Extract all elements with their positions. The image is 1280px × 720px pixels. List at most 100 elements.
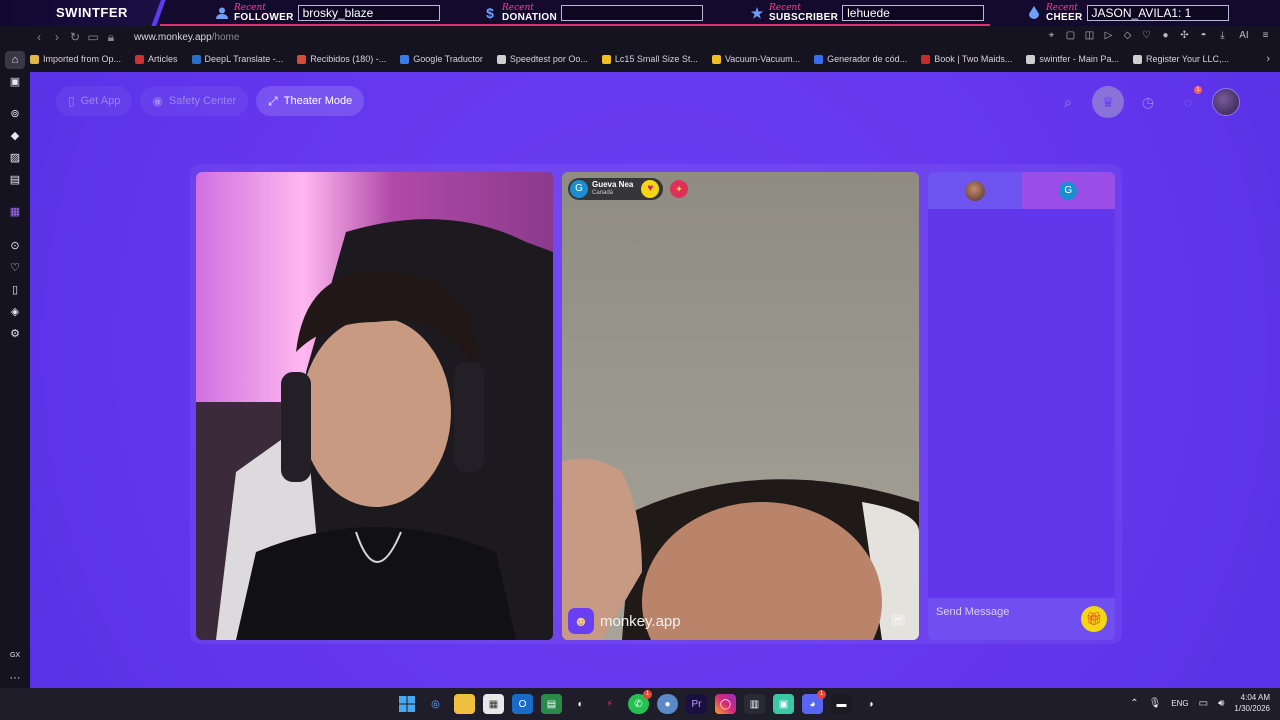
gx-capcut-icon[interactable]: ◑ [860,694,881,714]
volume-icon[interactable]: 🔊︎ [1218,698,1224,709]
bookmark-item[interactable]: swintfer - Main Pa... [1026,54,1119,64]
gem-icon [1026,5,1042,21]
whatsapp-icon[interactable]: ✆ 1 [628,690,652,714]
phone-link-icon[interactable]: ▣ [773,694,794,714]
instagram-icon[interactable]: ◯ [715,694,736,714]
bookmark-item[interactable]: Recibidos (180) -... [297,54,386,64]
bookmark-label: DeepL Translate -... [204,54,284,64]
premiere-icon[interactable]: Pr [686,694,707,714]
capcut-icon[interactable]: ◐ [570,694,591,714]
monkey-app-page: ▯ Get App ◉ Safety Center ⤢ Theater Mode ⌕ … [30,72,1280,688]
bookmarks-overflow-icon[interactable]: › [1266,53,1270,65]
chat-tab-self[interactable] [928,172,1022,209]
gallery-icon[interactable]: ▨ [9,152,21,164]
bookmark-item[interactable]: Register Your LLC,... [1132,54,1229,64]
profile-icon[interactable]: ◓ [1197,30,1210,41]
chat-tabs: G [928,172,1115,209]
forward-icon[interactable]: › [48,30,66,44]
box-icon[interactable]: ▤ [9,174,21,186]
notification-badge: 1 [1194,86,1202,94]
bookmark-label: Generador de cód... [827,54,908,64]
shield-toolbar-icon[interactable]: ◇ [1121,30,1134,41]
start-icon[interactable] [396,694,417,714]
star-icon: ★ [750,4,764,21]
sheets-icon[interactable]: ▤ [541,694,562,714]
reload-icon[interactable]: ↻ [66,30,84,44]
lock-icon: 🔒︎ [107,29,115,44]
cortana-icon[interactable]: ◎ [425,694,446,714]
more-icon[interactable]: ··· [9,672,21,684]
twitch-icon[interactable]: ▦ [9,206,21,218]
bookmark-item[interactable]: DeepL Translate -... [191,54,284,64]
pin-icon[interactable]: ⌖ [1045,30,1058,41]
history-icon[interactable]: ◷ [1132,86,1164,118]
heart-icon[interactable]: ♡ [9,262,21,274]
chat-tab-match[interactable]: G [1021,172,1115,209]
skip-icon[interactable]: ⏭ [891,614,905,626]
gx-label[interactable]: GX [8,650,22,662]
gamepad-icon[interactable]: ▣ [9,76,21,88]
puzzle-icon[interactable]: ✣ [1178,30,1191,41]
clipboard-icon[interactable]: ▯ [9,284,21,296]
message-input[interactable]: Send Message 🎁︎ [928,598,1115,640]
bookmark-item[interactable]: Speedtest por Oo... [496,54,588,64]
bookmark-item[interactable]: Book | Two Maids... [921,54,1012,64]
outlook-icon[interactable]: O [512,694,533,714]
watermark-text: monkey.app [600,612,681,630]
ai-button[interactable]: AI [1235,30,1253,41]
bookmark-item[interactable]: Generador de cód... [814,54,907,64]
microphone-icon[interactable]: 🎙︎ [1149,698,1162,709]
chevron-up-icon[interactable]: ⌃ [1130,698,1138,709]
bookmark-label: Articles [148,54,178,64]
clock[interactable]: 4:04 AM 1/30/2026 [1234,692,1270,714]
user-avatar[interactable] [1212,88,1240,116]
language-indicator[interactable]: ENG [1171,699,1188,708]
openai-icon[interactable]: ⊚ [9,108,21,120]
remote-video: G Gueva Nea Canadá ♥ ✦ ☻ monkey.app ⏭ [562,172,919,640]
heart-button-icon[interactable]: ♥ [641,180,660,198]
file-explorer-icon[interactable] [454,694,475,714]
shield-icon: ◉ [152,94,163,108]
terminal-icon[interactable]: ▬ [831,694,852,714]
overlay-type-label: DONATION [502,12,557,23]
system-tray: ⌃ 🎙︎ ENG ▭ 🔊︎ 4:04 AM 1/30/2026 [1130,692,1270,714]
crown-icon[interactable]: ♛ [1092,86,1124,118]
aria-icon[interactable]: ◆ [9,130,21,142]
safety-center-button[interactable]: ◉ Safety Center [140,86,249,116]
bookmark-item[interactable]: Imported from Op... [30,54,121,64]
s-extension-icon[interactable]: ● [1159,30,1172,41]
camera-icon[interactable]: ▭ [84,30,102,44]
menu-icon[interactable]: ≡ [1259,30,1272,41]
download-icon[interactable]: ⤓ [1216,30,1229,41]
bookmark-item[interactable]: Lc15 Small Size St... [601,54,698,64]
play-icon[interactable]: ▷ [1102,30,1115,41]
pocket-icon[interactable]: ◫ [1083,30,1096,41]
monitor-icon[interactable]: ▭ [1199,698,1208,709]
discord-badge: 1 [817,690,826,699]
chat-bubble-icon[interactable]: ◌ 1 [1172,86,1204,118]
get-app-label: Get App [80,95,121,107]
snapshot-icon[interactable]: ▢ [1064,30,1077,41]
bookmark-item[interactable]: Articles [135,54,178,64]
home-icon: ⌂ [11,54,19,66]
heart-toolbar-icon[interactable]: ♡ [1140,30,1153,41]
bookmark-item[interactable]: Google Traductor [400,54,483,64]
discord-icon[interactable]: ◕ 1 [802,690,826,714]
match-country: Canadá [592,190,614,196]
gift-icon[interactable]: 🎁︎ [1081,606,1107,632]
elgato-icon[interactable]: ▥ [744,694,765,714]
match-user-tag[interactable]: G Gueva Nea Canadá ♥ [568,178,664,200]
theater-mode-button[interactable]: ⤢ Theater Mode [256,86,365,116]
bookmark-item[interactable]: Vacuum-Vacuum... [711,54,800,64]
bolt-icon[interactable]: ⚡︎ [599,694,620,714]
signal-icon[interactable]: ● [657,694,678,714]
settings-icon[interactable]: ⚙ [9,328,21,340]
cube-icon[interactable]: ◈ [9,306,21,318]
player-icon[interactable]: ⊙ [9,240,21,252]
address-bar[interactable]: www.monkey.app/home [134,32,239,43]
overlay-cheer-value: JASON_AVILA1: 1 [1086,5,1229,21]
store-icon[interactable]: ▦ [483,694,504,714]
get-app-button[interactable]: ▯ Get App [56,86,133,116]
search-icon[interactable]: ⌕ [1052,86,1084,118]
back-icon[interactable]: ‹ [30,30,48,44]
